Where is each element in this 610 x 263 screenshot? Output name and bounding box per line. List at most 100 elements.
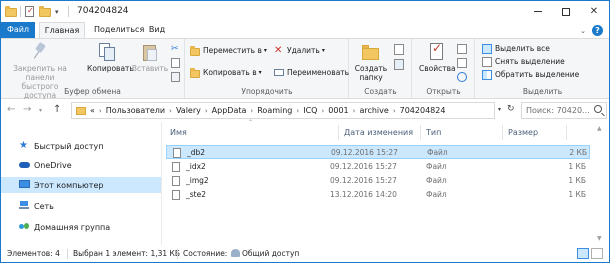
copy-icon	[97, 42, 117, 62]
crumb-current[interactable]: 704204824	[400, 106, 446, 115]
copy-label: Копировать	[87, 64, 134, 73]
address-dropdown-icon[interactable]: ▾	[498, 106, 501, 113]
tab-home[interactable]: Главная	[39, 22, 85, 38]
file-date: 09.12.2016 15:27	[331, 148, 398, 157]
move-to-button[interactable]: Переместить в ▾	[190, 45, 267, 56]
crumb-separator-icon[interactable]: ›	[250, 107, 253, 115]
crumb-roaming[interactable]: Roaming	[257, 106, 292, 115]
address-bar[interactable]: « › Пользователи › Valery › AppData › Ro…	[71, 102, 495, 119]
maximize-button[interactable]	[552, 1, 580, 22]
expand-ribbon-icon[interactable]: ⌄	[580, 27, 586, 35]
nav-item-onedrive[interactable]: OneDrive	[1, 157, 161, 173]
search-input[interactable]: Поиск: 70420...	[521, 102, 607, 119]
copy-path-icon[interactable]	[171, 58, 180, 68]
open-icon[interactable]	[457, 44, 467, 54]
file-icon	[172, 176, 180, 186]
crumb-icq[interactable]: ICQ	[303, 106, 317, 115]
paste-button[interactable]: Вставить	[131, 42, 169, 73]
paste-shortcut-icon[interactable]	[171, 72, 180, 82]
column-divider[interactable]	[338, 125, 339, 140]
edit-icon[interactable]	[457, 58, 467, 68]
address-overflow[interactable]: «	[90, 106, 95, 115]
rename-icon	[274, 69, 284, 76]
crumb-valery[interactable]: Valery	[176, 106, 201, 115]
copy-to-label: Копировать в	[203, 68, 257, 77]
crumb-separator-icon[interactable]: ›	[393, 107, 396, 115]
copy-to-button[interactable]: Копировать в ▾	[190, 67, 262, 78]
scroll-down-icon[interactable]: ▼	[597, 235, 602, 242]
table-row[interactable]: _idx2 09.12.2016 15:27 Файл 1 КБ	[166, 160, 590, 174]
nav-item-label: Сеть	[34, 201, 54, 211]
invert-selection-button[interactable]: Обратить выделение	[482, 69, 579, 80]
select-all-button[interactable]: Выделить все	[482, 43, 550, 54]
tab-view[interactable]: Вид	[144, 22, 170, 38]
explorer-icon[interactable]	[5, 6, 17, 17]
nav-item-this-pc[interactable]: Этот компьютер	[1, 177, 161, 193]
delete-button[interactable]: ✕ Удалить ▾	[274, 45, 325, 56]
vertical-scrollbar[interactable]: ▲ ▼	[592, 122, 609, 245]
new-folder-label-line2: папку	[359, 73, 383, 82]
up-arrow-icon[interactable]: ↑	[53, 104, 61, 115]
crumb-separator-icon[interactable]: ›	[99, 107, 102, 115]
table-row[interactable]: _db2 09.12.2016 15:27 Файл 2 КБ	[166, 145, 590, 159]
customize-qat-arrow-icon[interactable]: ▾	[55, 8, 59, 16]
column-header-size[interactable]: Размер	[508, 125, 538, 140]
recent-locations-icon[interactable]: ▾	[39, 107, 42, 114]
rename-button[interactable]: Переименовать	[274, 67, 349, 78]
details-view-icon[interactable]	[577, 248, 589, 259]
select-none-button[interactable]: Снять выделение	[482, 56, 565, 67]
crumb-separator-icon[interactable]: ›	[353, 107, 356, 115]
file-type: Файл	[427, 148, 448, 157]
crumb-separator-icon[interactable]: ›	[169, 107, 172, 115]
file-date: 09.12.2016 15:27	[330, 162, 397, 171]
crumb-users[interactable]: Пользователи	[106, 106, 165, 115]
new-folder-icon[interactable]	[39, 6, 51, 17]
nav-item-network[interactable]: Сеть	[1, 198, 161, 214]
column-header-date[interactable]: Дата изменения	[344, 125, 413, 140]
nav-item-quick-access[interactable]: ★ Быстрый доступ	[1, 138, 161, 154]
file-list: ⌃ Имя Дата изменения Тип Размер _db2 09.…	[162, 119, 592, 245]
cut-icon[interactable]: ✂	[171, 44, 179, 54]
file-date: 09.12.2016 15:27	[330, 176, 397, 185]
tab-file[interactable]: Файл	[1, 22, 35, 38]
back-arrow-icon[interactable]: ←	[7, 104, 15, 115]
close-button[interactable]: ✕	[580, 1, 608, 22]
crumb-0001[interactable]: 0001	[328, 106, 348, 115]
table-row[interactable]: _img2 09.12.2016 15:27 Файл 1 КБ	[166, 174, 590, 188]
large-icons-view-icon[interactable]	[591, 248, 603, 259]
crumb-appdata[interactable]: AppData	[212, 106, 247, 115]
tab-share[interactable]: Поделиться	[94, 22, 144, 38]
minimize-button[interactable]	[524, 1, 552, 22]
properties-icon[interactable]	[25, 6, 36, 17]
crumb-separator-icon[interactable]: ›	[296, 107, 299, 115]
refresh-icon[interactable]: ↻	[507, 104, 515, 114]
ribbon-tabs: Файл Главная Поделиться Вид ⌄ ?	[1, 22, 609, 38]
table-row[interactable]: _ste2 13.12.2016 14:20 Файл 1 КБ	[166, 188, 590, 202]
scroll-up-icon[interactable]: ▲	[597, 125, 602, 132]
column-header-name[interactable]: Имя	[170, 125, 187, 140]
qat-divider	[20, 6, 21, 17]
help-icon[interactable]: ?	[592, 25, 603, 36]
crumb-separator-icon[interactable]: ›	[321, 107, 324, 115]
new-item-icon[interactable]	[394, 44, 404, 55]
new-folder-button[interactable]: Создать папку	[352, 42, 390, 82]
nav-item-homegroup[interactable]: Домашняя группа	[1, 219, 161, 235]
easy-access-icon[interactable]	[394, 59, 404, 70]
column-divider[interactable]	[502, 125, 503, 140]
cloud-icon	[19, 160, 30, 170]
move-to-icon	[190, 45, 200, 56]
ribbon-controls: ⌄ ?	[580, 25, 603, 36]
properties-button[interactable]: ✓ Свойства	[419, 42, 456, 73]
crumb-archive[interactable]: archive	[359, 106, 388, 115]
forward-arrow-icon[interactable]: →	[23, 104, 31, 115]
select-none-icon	[482, 56, 492, 67]
crumb-separator-icon[interactable]: ›	[205, 107, 208, 115]
status-bar: Элементов: 4 Выбран 1 элемент: 1,31 КБ С…	[1, 245, 609, 262]
history-icon[interactable]	[457, 72, 467, 82]
column-divider[interactable]	[420, 125, 421, 140]
item-count: Элементов: 4	[7, 249, 60, 258]
new-group: Создать папку Создать	[350, 39, 412, 98]
column-header-type[interactable]: Тип	[426, 125, 441, 140]
column-divider[interactable]	[566, 125, 567, 140]
copy-button[interactable]: Копировать	[87, 42, 134, 73]
